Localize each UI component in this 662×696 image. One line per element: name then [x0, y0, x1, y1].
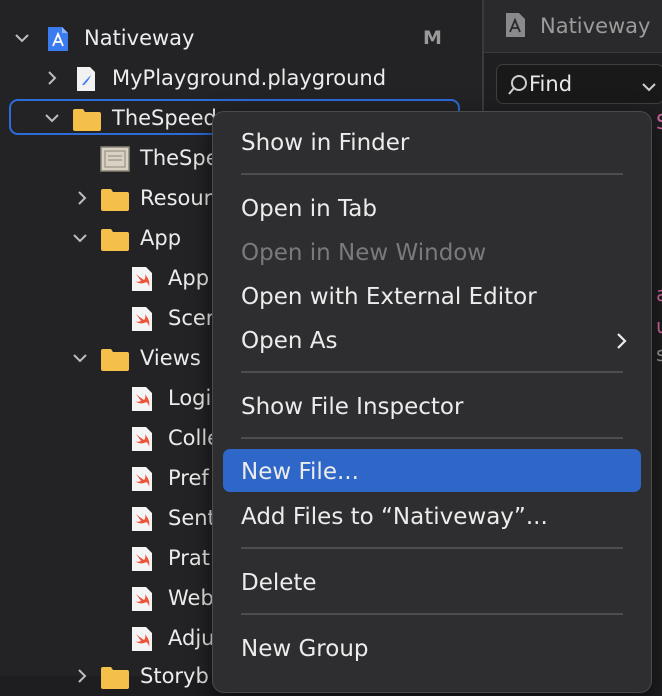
menu-item-label: Delete: [241, 570, 317, 596]
swift-file-icon: [128, 265, 156, 293]
menu-item-label: Open As: [241, 328, 338, 354]
chevron-down-icon[interactable]: [44, 110, 60, 126]
swift-file-icon: [128, 385, 156, 413]
menu-separator: [241, 437, 623, 439]
navigator-item-label: Storyb: [140, 664, 209, 688]
menu-item-label: New File...: [241, 459, 359, 485]
menu-item-label: Open with External Editor: [241, 284, 537, 310]
find-field[interactable]: Find: [496, 64, 662, 104]
menu-item-label: Open in Tab: [241, 196, 377, 222]
chevron-right-icon[interactable]: [44, 70, 60, 86]
menu-item-open-with-external-editor[interactable]: Open with External Editor: [223, 276, 641, 316]
folder-icon: [100, 663, 129, 691]
swift-file-icon: [128, 465, 156, 493]
navigator-row-playground[interactable]: MyPlayground.playground: [0, 58, 482, 98]
menu-item-label: Add Files to “Nativeway”...: [241, 504, 548, 530]
folder-icon: [72, 105, 101, 133]
playground-icon: [72, 65, 100, 93]
menu-item-label: Open in New Window: [241, 240, 487, 266]
code-fragment: u: [656, 314, 662, 338]
folder-icon: [100, 225, 129, 253]
menu-item-add-files[interactable]: Add Files to “Nativeway”...: [223, 496, 641, 536]
swift-file-icon: [128, 425, 156, 453]
menu-separator: [241, 173, 623, 175]
menu-separator: [241, 613, 623, 615]
menu-item-label: Show in Finder: [241, 130, 410, 156]
entitlements-icon: [100, 145, 130, 173]
menu-item-new-file[interactable]: New File...: [223, 449, 641, 492]
swift-file-icon: [128, 625, 156, 653]
xcode-project-icon[interactable]: [504, 12, 528, 42]
chevron-right-icon[interactable]: [74, 668, 90, 684]
navigator-item-label: MyPlayground.playground: [112, 66, 387, 90]
chevron-right-icon: [615, 332, 627, 354]
swift-file-icon: [128, 305, 156, 333]
menu-item-new-group[interactable]: New Group: [223, 628, 641, 668]
menu-item-show-in-finder[interactable]: Show in Finder: [223, 122, 641, 162]
folder-icon: [100, 345, 129, 373]
swift-file-icon: [128, 585, 156, 613]
menu-item-delete[interactable]: Delete: [223, 562, 641, 602]
editor-jump-bar: Nativeway: [484, 0, 662, 53]
navigator-item-label: App: [140, 226, 182, 250]
chevron-down-icon[interactable]: [14, 30, 30, 46]
navigator-item-label: Sent: [168, 506, 216, 530]
navigator-item-label: Web: [168, 586, 214, 610]
menu-item-open-in-tab[interactable]: Open in Tab: [223, 188, 641, 228]
menu-item-open-as[interactable]: Open As: [223, 320, 641, 360]
navigator-item-label: Resour: [140, 186, 213, 210]
modified-badge: M: [423, 27, 442, 49]
menu-separator: [241, 371, 623, 373]
chevron-down-icon[interactable]: [72, 230, 88, 246]
chevron-right-icon[interactable]: [74, 190, 90, 206]
menu-item-open-in-new-window: Open in New Window: [223, 232, 641, 272]
chevron-down-icon[interactable]: [72, 350, 88, 366]
navigator-item-label: TheSpeed: [112, 106, 217, 130]
navigator-item-label: App: [168, 266, 210, 290]
breadcrumb[interactable]: Nativeway: [540, 14, 650, 38]
menu-item-label: Show File Inspector: [241, 394, 464, 420]
swift-file-icon: [128, 545, 156, 573]
code-fragment: S: [656, 110, 662, 134]
folder-icon: [100, 185, 129, 213]
xcode-project-icon: [44, 25, 72, 53]
menu-item-show-file-inspector[interactable]: Show File Inspector: [223, 386, 641, 426]
chevron-down-icon[interactable]: [641, 78, 657, 97]
code-fragment: s: [656, 342, 662, 366]
search-icon: [507, 74, 529, 100]
navigator-item-label: Prat: [168, 546, 211, 570]
navigator-item-label: Views: [140, 346, 201, 370]
menu-separator: [241, 547, 623, 549]
swift-file-icon: [128, 505, 156, 533]
navigator-item-label: Pref: [168, 466, 209, 490]
navigator-item-label: Adju: [168, 626, 215, 650]
code-fragment: a: [656, 282, 662, 306]
navigator-item-label: TheSpe: [140, 146, 219, 170]
context-menu: Show in Finder Open in Tab Open in New W…: [212, 111, 652, 693]
navigator-item-label: Logi: [168, 386, 212, 410]
navigator-row-project[interactable]: Nativeway M: [0, 18, 482, 58]
menu-item-label: New Group: [241, 636, 369, 662]
find-label: Find: [529, 72, 573, 96]
navigator-item-label: Nativeway: [84, 26, 195, 50]
